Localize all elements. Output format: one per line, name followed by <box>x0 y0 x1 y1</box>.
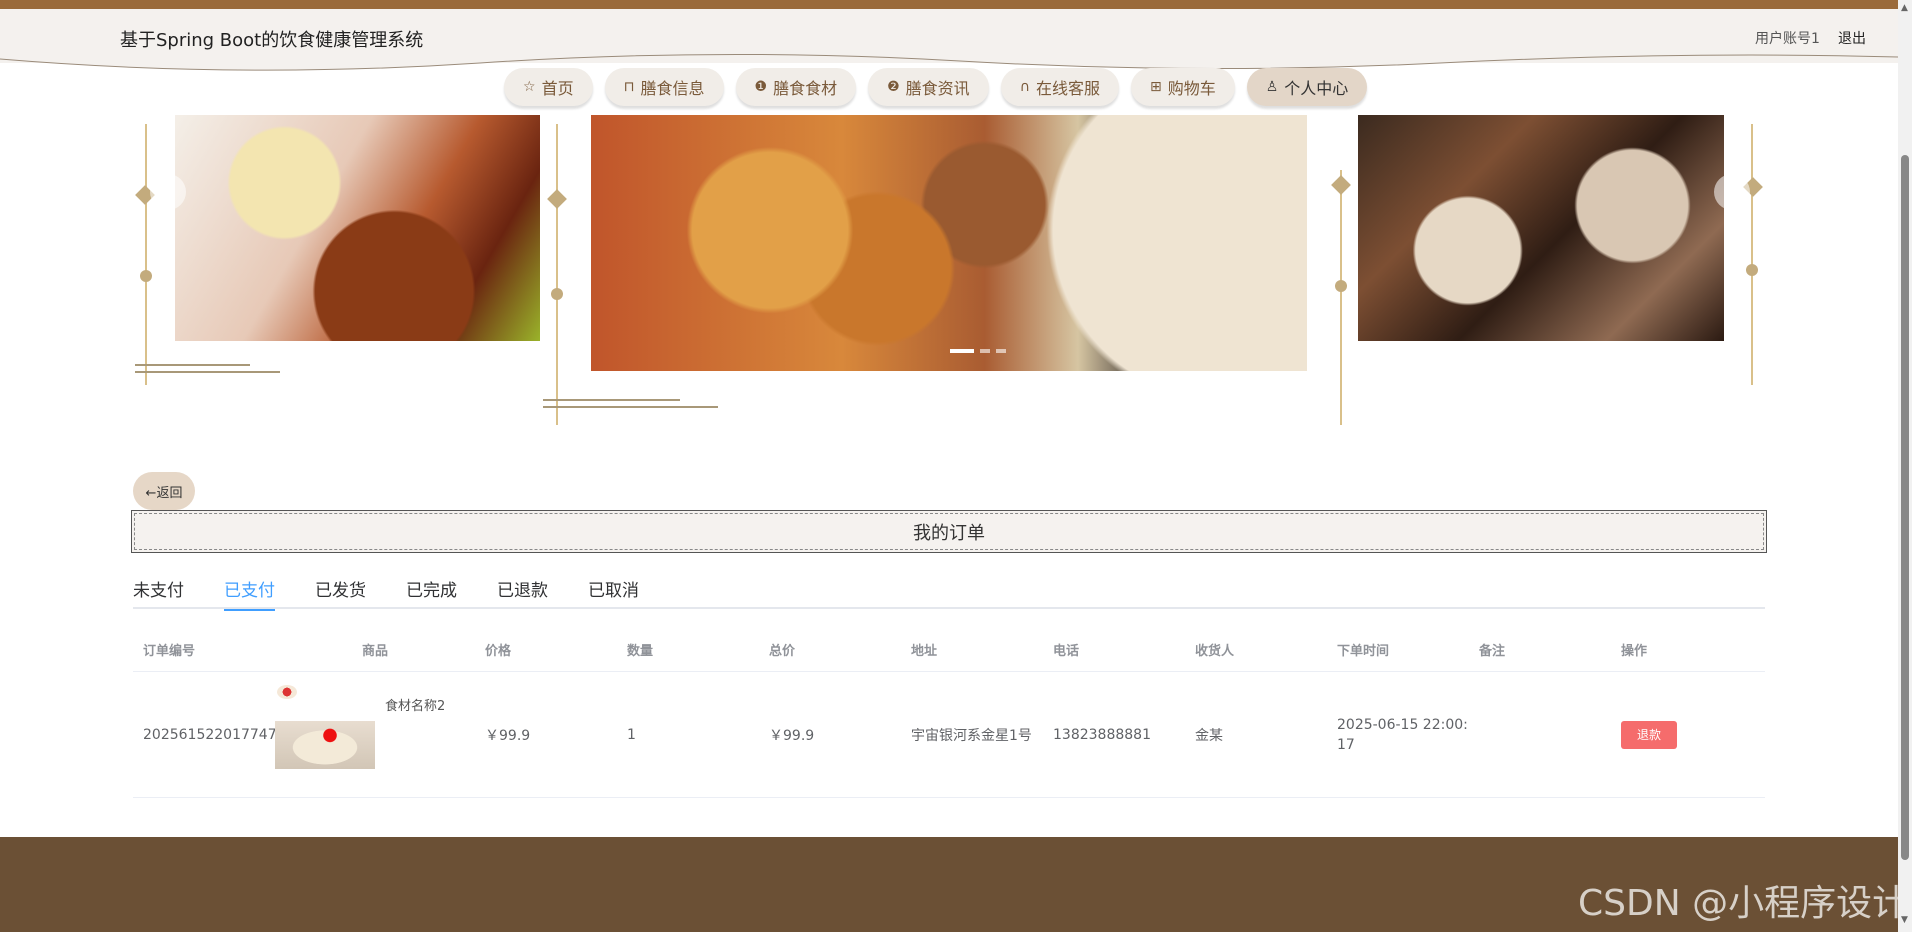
user-icon: ♙ <box>1265 79 1279 95</box>
vertical-scrollbar[interactable]: ▲ ▼ <box>1898 0 1912 932</box>
banner-carousel <box>130 110 1770 430</box>
column-header: 数量 <box>627 643 654 659</box>
site-title: 基于Spring Boot的饮食健康管理系统 <box>120 30 424 51</box>
nav-label: 购物车 <box>1167 79 1216 98</box>
user-account[interactable]: 用户账号1 <box>1755 28 1820 48</box>
scrollbar-thumb[interactable] <box>1901 155 1909 860</box>
nav-label: 在线客服 <box>1035 79 1100 98</box>
nav-label: 膳食资讯 <box>905 79 970 98</box>
back-button[interactable]: ←返回 <box>133 472 195 510</box>
orders-heading-box: 我的订单 <box>131 510 1767 553</box>
order-number: 202561522017747 <box>143 726 277 743</box>
phone: 13823888881 <box>1053 726 1151 743</box>
tab-unpaid[interactable]: 未支付 <box>133 577 184 609</box>
top-stripe <box>0 0 1898 9</box>
nav-meal-info[interactable]: ⊓ 膳食信息 <box>604 68 724 106</box>
carousel-dot[interactable] <box>980 349 990 353</box>
orders-table: 订单编号 商品 价格 数量 总价 地址 电话 收货人 下单时间 备注 操作 20… <box>133 627 1765 798</box>
carousel-next-button[interactable]: › <box>1714 174 1750 210</box>
carousel-dot[interactable] <box>950 349 974 353</box>
tab-cancelled[interactable]: 已取消 <box>588 577 639 609</box>
nav-label: 膳食信息 <box>640 79 705 98</box>
nav-label: 个人中心 <box>1284 79 1349 98</box>
column-header: 操作 <box>1621 643 1648 659</box>
nav-label: 首页 <box>541 79 574 98</box>
carousel-prev-button[interactable]: ‹ <box>150 174 186 210</box>
column-header: 电话 <box>1053 643 1080 659</box>
question-icon: ❷ <box>887 79 900 95</box>
page: 基于Spring Boot的饮食健康管理系统 用户账号1 退出 ☆ 首页 ⊓ 膳食信… <box>0 0 1912 932</box>
nav-profile[interactable]: ♙ 个人中心 <box>1246 68 1368 106</box>
main-nav: ☆ 首页 ⊓ 膳食信息 ❶ 膳食食材 ❷ 膳食资讯 ∩ 在线客服 ⊞ 购物车 ♙ 个人中心 <box>504 68 1368 108</box>
order-status-tabs: 未支付 已支付 已发货 已完成 已退款 已取消 <box>133 577 1765 611</box>
address: 宇宙银河系金星1号 <box>911 727 1032 744</box>
nav-ingredients[interactable]: ❶ 膳食食材 <box>735 68 857 106</box>
headset-icon: ∩ <box>1019 79 1030 95</box>
tab-refunded[interactable]: 已退款 <box>497 577 548 609</box>
tab-completed[interactable]: 已完成 <box>406 577 457 609</box>
tab-paid[interactable]: 已支付 <box>224 577 275 611</box>
column-header: 价格 <box>485 643 512 659</box>
action-cell: 退款 <box>1611 720 1753 749</box>
price: ￥99.9 <box>485 727 531 744</box>
goods-cell: 食材名称2 <box>275 684 475 785</box>
scroll-down-icon[interactable]: ▼ <box>1901 915 1908 925</box>
tab-shipped[interactable]: 已发货 <box>315 577 366 609</box>
column-header: 总价 <box>769 643 796 659</box>
bag-icon: ⊓ <box>623 79 635 95</box>
scroll-up-icon[interactable]: ▲ <box>1901 3 1908 13</box>
order-time: 2025-06-15 22:00:17 <box>1337 716 1468 753</box>
nav-support[interactable]: ∩ 在线客服 <box>1000 68 1119 106</box>
goods-thumbnail-small <box>277 684 297 699</box>
table-header: 订单编号 商品 价格 数量 总价 地址 电话 收货人 下单时间 备注 操作 <box>133 627 1765 672</box>
chevron-right-icon: › <box>1728 181 1736 203</box>
goods-name: 食材名称2 <box>385 698 446 714</box>
nav-cart[interactable]: ⊞ 购物车 <box>1130 68 1235 106</box>
logout-link[interactable]: 退出 <box>1838 28 1866 48</box>
column-header: 订单编号 <box>143 643 196 659</box>
column-header: 收货人 <box>1195 643 1235 659</box>
receiver: 金某 <box>1195 727 1223 744</box>
nav-home[interactable]: ☆ 首页 <box>504 68 593 106</box>
refund-button[interactable]: 退款 <box>1621 720 1677 749</box>
carousel-indicators <box>950 349 1006 353</box>
goods-image <box>275 720 375 769</box>
carousel-decoration <box>135 124 1763 425</box>
goods-images <box>275 684 375 785</box>
column-header: 备注 <box>1479 643 1506 659</box>
page-title: 我的订单 <box>913 522 985 544</box>
star-icon: ☆ <box>523 79 536 95</box>
nav-label: 膳食食材 <box>773 79 838 98</box>
info-icon: ❶ <box>754 79 768 95</box>
table-row: 202561522017747 食材名称2 ￥99.9 1 ￥99.9 宇宙银河… <box>133 672 1765 798</box>
column-header: 地址 <box>911 643 938 659</box>
total-price: ￥99.9 <box>769 727 815 744</box>
watermark: CSDN @小程序设计 <box>1578 883 1909 924</box>
chevron-left-icon: ‹ <box>164 181 172 203</box>
nav-news[interactable]: ❷ 膳食资讯 <box>868 68 989 106</box>
quantity: 1 <box>627 726 636 743</box>
carousel-dot[interactable] <box>996 349 1006 353</box>
column-header: 下单时间 <box>1337 643 1390 659</box>
cart-icon: ⊞ <box>1149 79 1162 95</box>
column-header: 商品 <box>361 643 388 659</box>
